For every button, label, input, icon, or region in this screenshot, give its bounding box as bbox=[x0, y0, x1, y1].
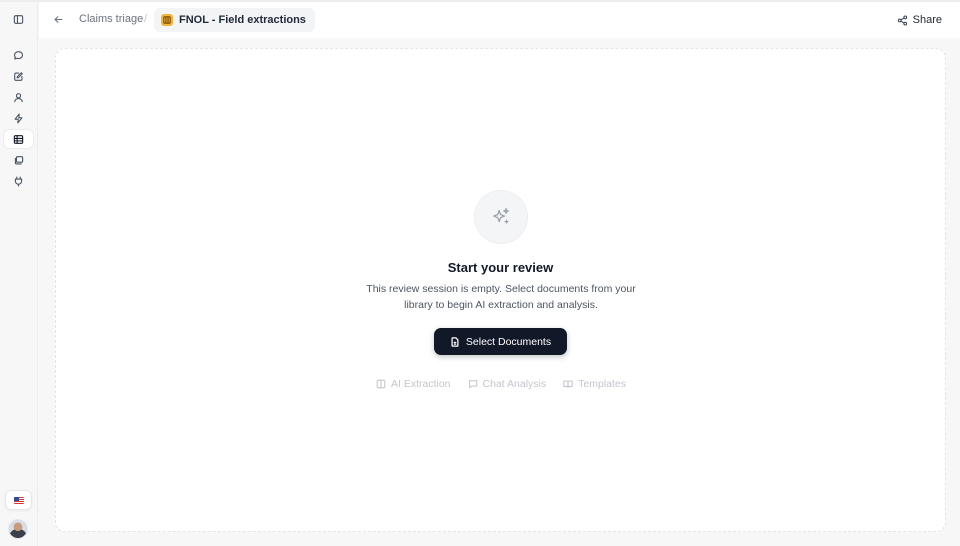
user-icon bbox=[14, 92, 23, 102]
breadcrumb-separator: / bbox=[144, 13, 148, 25]
stack-icon bbox=[14, 155, 24, 164]
table-icon bbox=[13, 134, 24, 144]
share-button[interactable]: Share bbox=[897, 11, 942, 29]
select-documents-button[interactable]: Select Documents bbox=[434, 328, 567, 355]
sidebar-toggle-button[interactable] bbox=[4, 10, 33, 28]
chat-bubble-icon bbox=[13, 50, 24, 59]
feature-label: Templates bbox=[578, 378, 626, 390]
columns-icon bbox=[376, 379, 386, 389]
sidebar-item-review-table[interactable] bbox=[4, 130, 33, 148]
empty-state-description: This review session is empty. Select doc… bbox=[366, 283, 636, 311]
empty-state-title: Start your review bbox=[447, 260, 554, 275]
review-empty-state-panel: Start your review This review session is… bbox=[55, 48, 946, 532]
arrow-left-icon bbox=[54, 15, 62, 23]
us-flag-icon bbox=[13, 496, 24, 504]
sidebar bbox=[0, 2, 38, 546]
back-button[interactable] bbox=[49, 10, 67, 28]
edit-icon bbox=[14, 71, 23, 81]
sidebar-panel-icon bbox=[13, 14, 24, 24]
breadcrumb-current-label: FNOL - Field extractions bbox=[179, 14, 306, 26]
sidebar-item-library[interactable] bbox=[4, 151, 33, 169]
share-icon bbox=[897, 15, 907, 25]
feature-label: AI Extraction bbox=[391, 378, 451, 390]
book-icon bbox=[563, 380, 573, 388]
lightning-icon bbox=[14, 112, 23, 124]
sidebar-item-edit[interactable] bbox=[4, 67, 33, 85]
feature-list: AI Extraction Chat Analysis Templates bbox=[376, 377, 626, 391]
top-header: Claims triage / FNOL - Field extractions… bbox=[39, 2, 960, 38]
feature-label: Chat Analysis bbox=[482, 378, 547, 390]
feature-ai-extraction: AI Extraction bbox=[376, 378, 451, 390]
app-window: Claims triage / FNOL - Field extractions… bbox=[0, 0, 960, 546]
language-selector-button[interactable] bbox=[5, 490, 32, 510]
chat-bubble-icon bbox=[468, 380, 477, 389]
sparkles-icon bbox=[474, 190, 528, 244]
breadcrumb-claims-triage[interactable]: Claims triage bbox=[79, 13, 143, 25]
plug-icon bbox=[14, 175, 23, 187]
sidebar-item-user[interactable] bbox=[4, 88, 33, 106]
user-avatar[interactable] bbox=[8, 519, 28, 539]
review-session-icon bbox=[161, 14, 173, 26]
feature-chat-analysis: Chat Analysis bbox=[468, 378, 547, 390]
sidebar-item-chat[interactable] bbox=[4, 46, 33, 64]
sidebar-item-automations[interactable] bbox=[4, 109, 33, 127]
file-icon bbox=[451, 336, 459, 347]
share-label: Share bbox=[912, 14, 942, 26]
select-documents-label: Select Documents bbox=[465, 335, 552, 348]
breadcrumb-current-session[interactable]: FNOL - Field extractions bbox=[154, 8, 315, 32]
sidebar-item-integrations[interactable] bbox=[4, 172, 33, 190]
feature-templates: Templates bbox=[563, 378, 626, 390]
